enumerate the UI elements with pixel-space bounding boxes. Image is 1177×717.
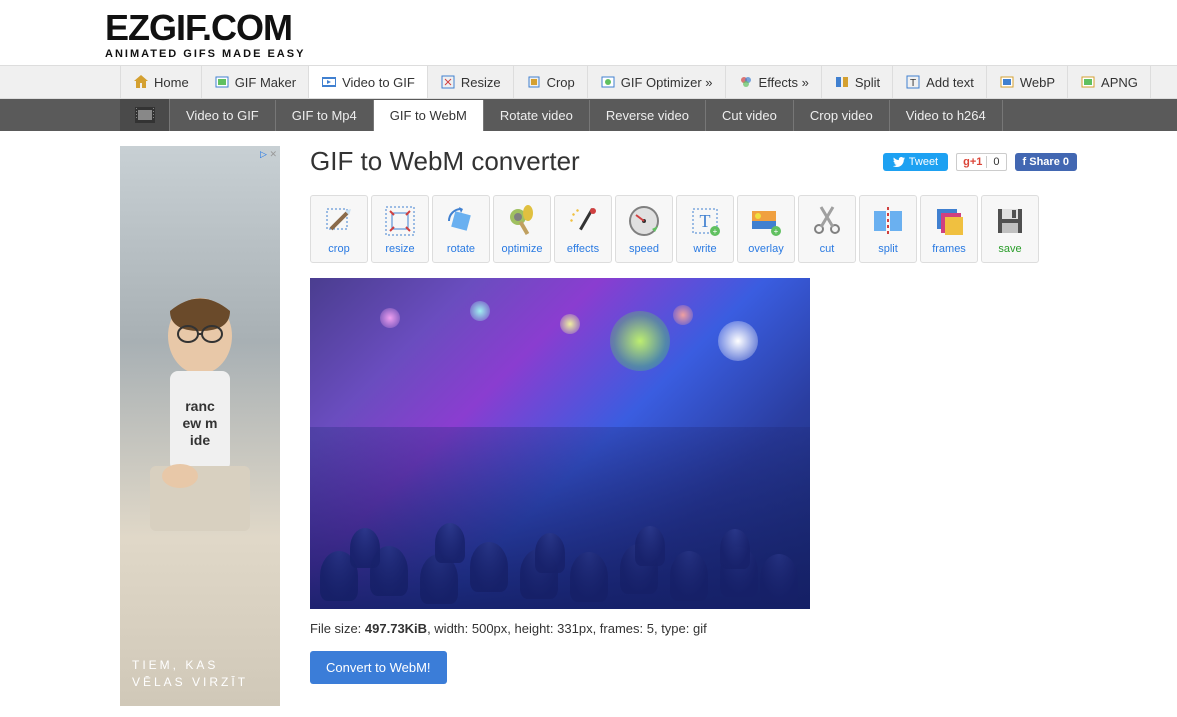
ad-banner[interactable]: ▷ ✕ ranc ew m ide TIEM, KAS VĒLAS V bbox=[120, 146, 280, 706]
svg-text:T: T bbox=[700, 211, 711, 231]
ad-badge: ▷ ✕ bbox=[260, 149, 277, 160]
optimizer-icon bbox=[600, 74, 616, 90]
social-buttons: Tweet g+10 f Share 0 bbox=[883, 153, 1077, 171]
toolbar: crop resize rotate optimize effects spee… bbox=[310, 195, 1077, 263]
tool-optimize[interactable]: optimize bbox=[493, 195, 551, 263]
film-icon bbox=[120, 99, 170, 131]
nav-gif-optimizer[interactable]: GIF Optimizer » bbox=[588, 66, 726, 98]
resize-tool-icon bbox=[382, 203, 418, 239]
sub-nav: Video to GIF GIF to Mp4 GIF to WebM Rota… bbox=[0, 99, 1177, 131]
gplus-icon: g+1 bbox=[963, 156, 982, 168]
subnav-video-to-h264[interactable]: Video to h264 bbox=[890, 100, 1003, 131]
crop-icon bbox=[526, 74, 542, 90]
svg-text:+: + bbox=[713, 227, 718, 236]
nav-split[interactable]: Split bbox=[822, 66, 893, 98]
svg-text:T: T bbox=[910, 78, 916, 89]
site-logo[interactable]: EZGIF.COM bbox=[105, 10, 1177, 46]
fb-share-button[interactable]: f Share 0 bbox=[1015, 153, 1077, 171]
optimize-tool-icon bbox=[504, 203, 540, 239]
effects-tool-icon bbox=[565, 203, 601, 239]
nav-gif-maker[interactable]: GIF Maker bbox=[202, 66, 309, 98]
webp-icon bbox=[999, 74, 1015, 90]
frames-tool-icon bbox=[931, 203, 967, 239]
tool-save[interactable]: save bbox=[981, 195, 1039, 263]
tweet-button[interactable]: Tweet bbox=[883, 153, 948, 171]
subnav-rotate-video[interactable]: Rotate video bbox=[484, 100, 590, 131]
split-icon bbox=[834, 74, 850, 90]
sidebar-ad: ▷ ✕ ranc ew m ide TIEM, KAS VĒLAS V bbox=[120, 146, 280, 706]
tool-rotate[interactable]: rotate bbox=[432, 195, 490, 263]
convert-button[interactable]: Convert to WebM! bbox=[310, 651, 447, 684]
ad-text: TIEM, KAS VĒLAS VIRZĪT bbox=[132, 657, 248, 691]
main-content: GIF to WebM converter Tweet g+10 f Share… bbox=[310, 146, 1177, 706]
svg-text:ide: ide bbox=[190, 432, 210, 448]
subnav-gif-to-mp4[interactable]: GIF to Mp4 bbox=[276, 100, 374, 131]
gif-preview bbox=[310, 278, 810, 609]
main-nav: Home GIF Maker Video to GIF Resize Crop … bbox=[0, 65, 1177, 99]
tool-frames[interactable]: frames bbox=[920, 195, 978, 263]
tool-resize[interactable]: resize bbox=[371, 195, 429, 263]
svg-text:+: + bbox=[774, 227, 779, 236]
site-tagline: ANIMATED GIFS MADE EASY bbox=[105, 48, 1177, 60]
gif-maker-icon bbox=[214, 74, 230, 90]
nav-crop[interactable]: Crop bbox=[514, 66, 588, 98]
subnav-video-to-gif[interactable]: Video to GIF bbox=[170, 100, 276, 131]
nav-add-text[interactable]: TAdd text bbox=[893, 66, 987, 98]
nav-apng[interactable]: APNG bbox=[1068, 66, 1151, 98]
gplus-button[interactable]: g+10 bbox=[956, 153, 1006, 171]
subnav-crop-video[interactable]: Crop video bbox=[794, 100, 890, 131]
add-text-icon: T bbox=[905, 74, 921, 90]
twitter-icon bbox=[893, 157, 905, 167]
tool-crop[interactable]: crop bbox=[310, 195, 368, 263]
nav-home[interactable]: Home bbox=[120, 66, 202, 98]
subnav-reverse-video[interactable]: Reverse video bbox=[590, 100, 706, 131]
split-tool-icon bbox=[870, 203, 906, 239]
file-size: 497.73KiB bbox=[365, 621, 427, 636]
svg-text:ranc: ranc bbox=[185, 398, 215, 414]
tool-effects[interactable]: effects bbox=[554, 195, 612, 263]
nav-resize[interactable]: Resize bbox=[428, 66, 514, 98]
save-tool-icon bbox=[992, 203, 1028, 239]
subnav-cut-video[interactable]: Cut video bbox=[706, 100, 794, 131]
write-tool-icon: T+ bbox=[687, 203, 723, 239]
tool-speed[interactable]: speed bbox=[615, 195, 673, 263]
effects-icon bbox=[738, 74, 754, 90]
cut-tool-icon bbox=[809, 203, 845, 239]
header: EZGIF.COM ANIMATED GIFS MADE EASY bbox=[0, 0, 1177, 65]
file-info: File size: 497.73KiB, width: 500px, heig… bbox=[310, 621, 1077, 636]
page-title: GIF to WebM converter bbox=[310, 146, 580, 177]
crop-tool-icon bbox=[321, 203, 357, 239]
tool-split[interactable]: split bbox=[859, 195, 917, 263]
svg-text:ew m: ew m bbox=[182, 415, 217, 431]
subnav-gif-to-webm[interactable]: GIF to WebM bbox=[374, 100, 484, 131]
nav-effects[interactable]: Effects » bbox=[726, 66, 822, 98]
resize-icon bbox=[440, 74, 456, 90]
speed-tool-icon bbox=[626, 203, 662, 239]
tool-cut[interactable]: cut bbox=[798, 195, 856, 263]
overlay-tool-icon: + bbox=[748, 203, 784, 239]
nav-webp[interactable]: WebP bbox=[987, 66, 1068, 98]
tool-write[interactable]: T+write bbox=[676, 195, 734, 263]
nav-video-to-gif[interactable]: Video to GIF bbox=[309, 66, 428, 98]
video-icon bbox=[321, 74, 337, 90]
apng-icon bbox=[1080, 74, 1096, 90]
home-icon bbox=[133, 74, 149, 90]
rotate-tool-icon bbox=[443, 203, 479, 239]
ad-person-image: ranc ew m ide bbox=[130, 276, 270, 576]
tool-overlay[interactable]: +overlay bbox=[737, 195, 795, 263]
